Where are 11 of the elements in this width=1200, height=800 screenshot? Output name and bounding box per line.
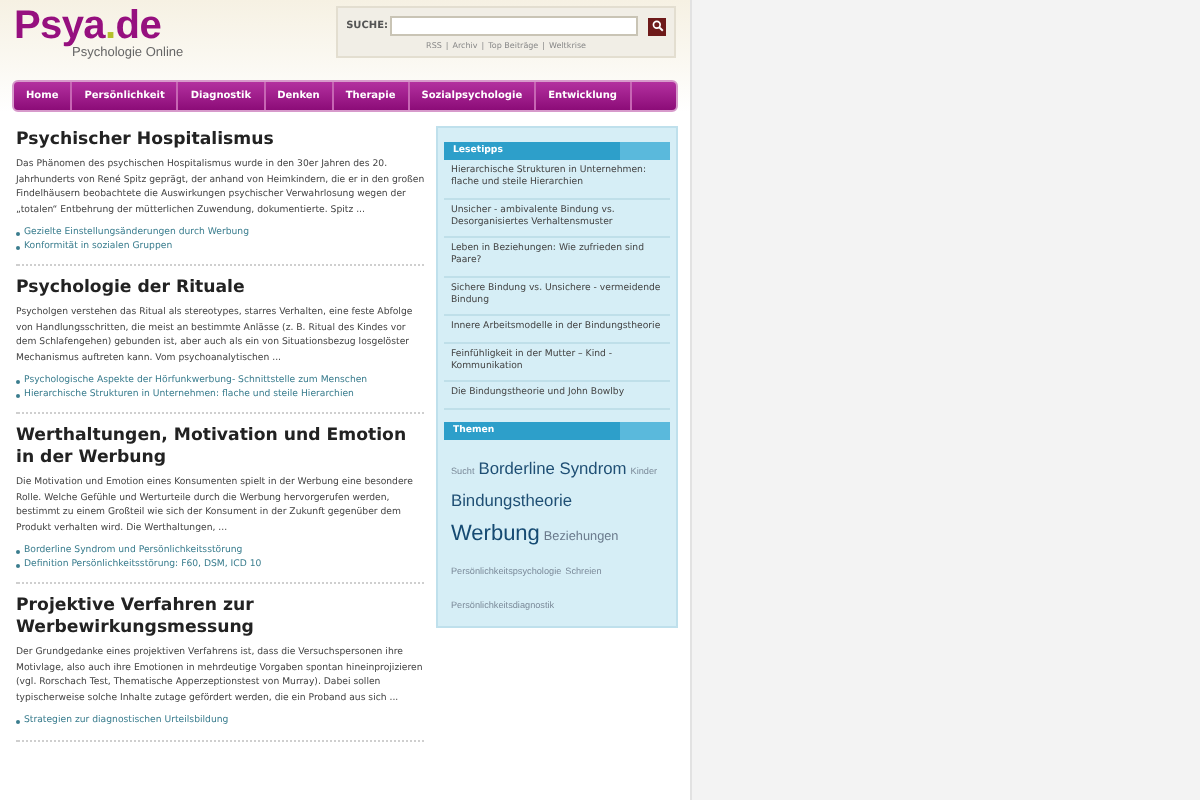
site-logo[interactable]: Psya.de xyxy=(14,6,184,48)
tag-link[interactable]: Bindungstheorie xyxy=(450,492,573,511)
tag-link[interactable]: Werbung xyxy=(450,524,540,548)
article-title[interactable]: Werthaltungen, Motivation und Emotion in der Werbung xyxy=(16,426,425,470)
search-button[interactable] xyxy=(648,17,666,35)
article-title[interactable]: Projektive Verfahren zur Werbewirkungsmessung xyxy=(16,596,425,640)
article-title[interactable]: Psychologie der Rituale xyxy=(16,278,425,300)
tag-link[interactable]: Borderline Syndrom xyxy=(478,459,627,477)
search-icon xyxy=(651,20,663,32)
article-title[interactable]: Psychischer Hospitalismus xyxy=(16,130,425,152)
search-field[interactable] xyxy=(390,16,638,36)
